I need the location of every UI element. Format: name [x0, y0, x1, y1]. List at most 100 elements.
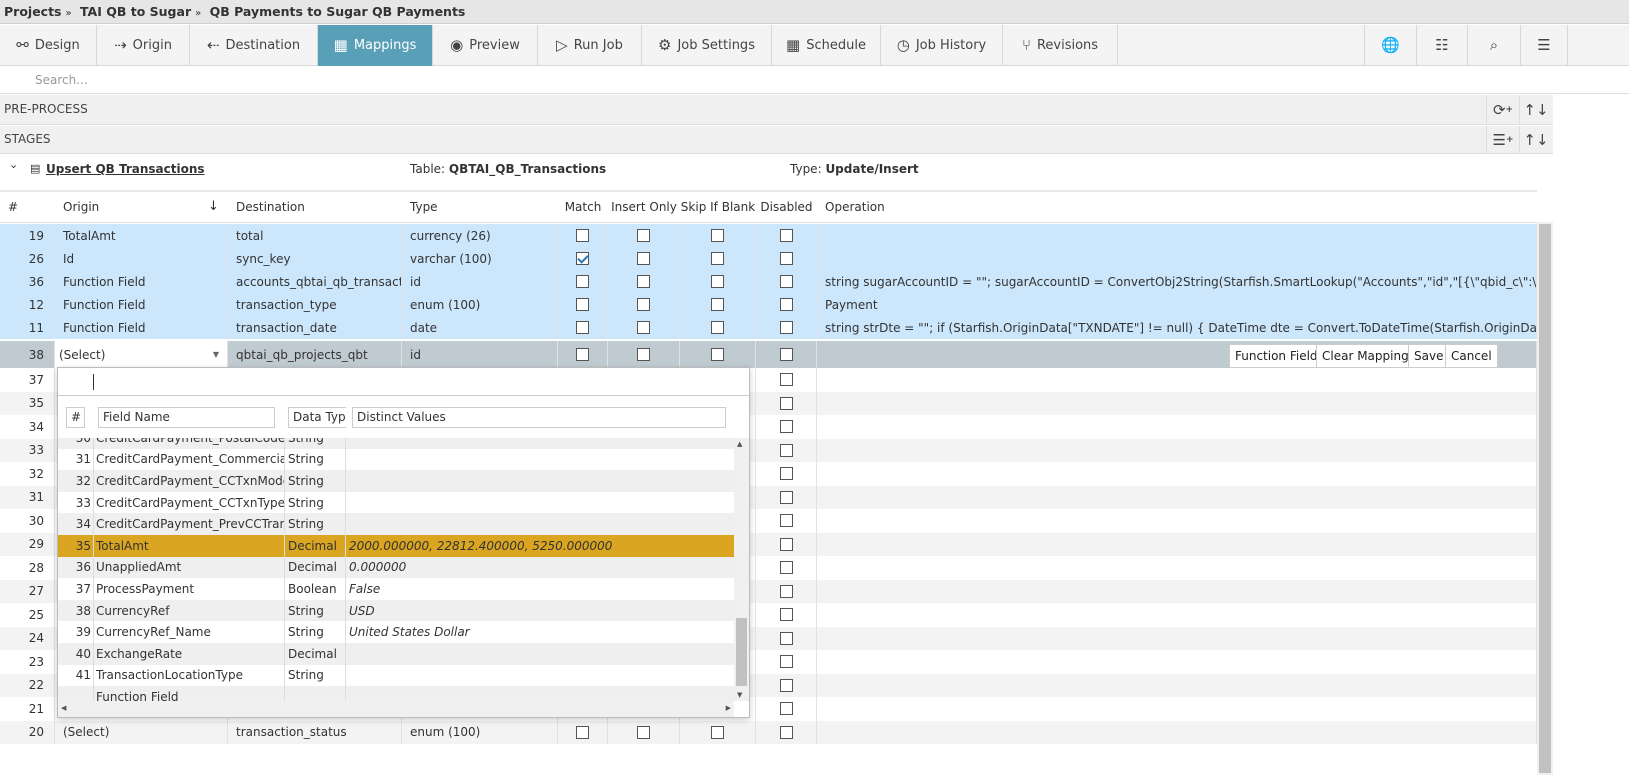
tab-revisions[interactable]: ⑂ Revisions: [1003, 25, 1118, 66]
header-field-name[interactable]: Field Name: [98, 407, 275, 428]
column-header-origin[interactable]: Origin: [55, 192, 228, 222]
insert-only-checkbox[interactable]: [637, 725, 650, 739]
globe-button[interactable]: 🌐: [1364, 25, 1417, 66]
field-option[interactable]: 30CreditCardPayment_PostalCodeString: [58, 438, 734, 449]
field-option[interactable]: 32 CreditCardPayment_CCTxnMode String: [58, 470, 734, 492]
match-checkbox[interactable]: [576, 321, 589, 334]
column-header-insert-only[interactable]: Insert Only: [608, 192, 680, 222]
reorder-icon[interactable]: ↑↓: [1519, 126, 1552, 153]
task-list-button[interactable]: ☰: [1521, 25, 1568, 66]
column-header-destination[interactable]: Destination: [228, 192, 402, 222]
operation-cell[interactable]: [817, 650, 1537, 674]
origin-select[interactable]: (Select) ▼: [55, 341, 228, 368]
log-search-button[interactable]: ⌕: [1468, 25, 1521, 66]
reorder-icon[interactable]: ↑↓: [1519, 95, 1552, 124]
disabled-checkbox[interactable]: [779, 298, 793, 311]
column-header-[interactable]: #: [0, 192, 55, 222]
disabled-checkbox[interactable]: [779, 373, 793, 387]
skip-if-blank-checkbox[interactable]: [711, 725, 724, 739]
dropdown-vertical-scrollbar[interactable]: ▲ ▼: [734, 438, 749, 701]
breadcrumb-projects[interactable]: Projects: [4, 4, 62, 19]
disabled-checkbox[interactable]: [779, 514, 793, 528]
operation-cell[interactable]: string strDte = ""; if (Starfish.OriginD…: [817, 316, 1537, 339]
field-option[interactable]: 31CreditCardPayment_CommercialCardCodeSt…: [58, 448, 734, 471]
match-checkbox[interactable]: [576, 229, 589, 242]
tab-origin[interactable]: ⇢ Origin: [97, 25, 190, 66]
match-checkbox[interactable]: [576, 348, 589, 361]
column-header-type[interactable]: Type: [402, 192, 558, 222]
field-option[interactable]: 33 CreditCardPayment_CCTxnType String: [58, 491, 734, 514]
header-distinct-values[interactable]: Distinct Values: [352, 407, 726, 428]
operation-cell[interactable]: [817, 673, 1537, 697]
operation-cell[interactable]: string sugarAccountID = ""; sugarAccount…: [817, 270, 1537, 293]
origin-cell[interactable]: TotalAmt: [55, 224, 228, 247]
field-option[interactable]: 37 ProcessPayment Boolean False: [58, 578, 734, 600]
tab-run-job[interactable]: ▷ Run Job: [538, 25, 642, 66]
insert-only-checkbox[interactable]: [637, 298, 650, 311]
disabled-checkbox[interactable]: [779, 655, 793, 669]
disabled-checkbox[interactable]: [779, 702, 793, 716]
field-option[interactable]: Function Field: [58, 686, 734, 701]
disabled-checkbox[interactable]: [779, 608, 793, 622]
checklist-button[interactable]: ☷: [1417, 25, 1468, 66]
operation-cell[interactable]: [817, 462, 1537, 486]
field-option[interactable]: 35 TotalAmt Decimal 2000.000000, 22812.4000…: [58, 535, 734, 557]
disabled-checkbox[interactable]: [779, 321, 793, 334]
disabled-checkbox[interactable]: [779, 725, 793, 739]
skip-if-blank-checkbox[interactable]: [711, 348, 724, 361]
operation-cell[interactable]: [817, 415, 1537, 439]
disabled-checkbox[interactable]: [779, 537, 793, 551]
field-option[interactable]: 40 ExchangeRate Decimal: [58, 643, 734, 665]
column-header-match[interactable]: Match: [558, 192, 608, 222]
column-header-operation[interactable]: Operation: [817, 192, 1537, 222]
insert-only-checkbox[interactable]: [637, 275, 650, 288]
clear-mapping-button[interactable]: Clear Mapping: [1316, 344, 1415, 368]
match-checkbox[interactable]: [576, 252, 589, 265]
vertical-scrollbar[interactable]: [1537, 222, 1553, 775]
operation-cell[interactable]: [817, 247, 1537, 270]
tab-mappings[interactable]: ▦ Mappings: [318, 25, 433, 66]
field-option[interactable]: 39 CurrencyRef_Name String United States Do…: [58, 621, 734, 643]
column-header-skip-if-blank[interactable]: Skip If Blank: [680, 192, 756, 222]
skip-if-blank-checkbox[interactable]: [711, 229, 724, 242]
disabled-checkbox[interactable]: [779, 443, 793, 457]
origin-cell[interactable]: Function Field: [55, 293, 228, 316]
function-field-button[interactable]: Function Field: [1229, 344, 1324, 368]
add-preprocess-icon[interactable]: ⟳ +: [1486, 95, 1519, 124]
operation-cell[interactable]: [817, 485, 1537, 509]
column-header-disabled[interactable]: Disabled: [756, 192, 817, 222]
skip-if-blank-checkbox[interactable]: [711, 321, 724, 334]
tab-job-history[interactable]: ◷ Job History: [881, 25, 1003, 66]
match-checkbox[interactable]: [576, 275, 589, 288]
save-button[interactable]: Save: [1408, 344, 1450, 368]
disabled-checkbox[interactable]: [779, 678, 793, 692]
cancel-button[interactable]: Cancel: [1445, 344, 1498, 368]
tab-schedule[interactable]: ▦ Schedule: [772, 25, 881, 66]
operation-cell[interactable]: [817, 720, 1537, 744]
origin-cell[interactable]: Id: [55, 247, 228, 270]
operation-cell[interactable]: [817, 556, 1537, 580]
skip-if-blank-checkbox[interactable]: [711, 252, 724, 265]
operation-cell[interactable]: [817, 391, 1537, 415]
operation-cell[interactable]: [817, 368, 1537, 392]
operation-cell[interactable]: [817, 224, 1537, 247]
tab-preview[interactable]: ◉ Preview: [433, 25, 538, 66]
insert-only-checkbox[interactable]: [637, 229, 650, 242]
tab-design[interactable]: ⚯ Design: [0, 25, 97, 66]
skip-if-blank-checkbox[interactable]: [711, 298, 724, 311]
disabled-checkbox[interactable]: [779, 420, 793, 434]
match-checkbox[interactable]: [576, 298, 589, 311]
skip-if-blank-checkbox[interactable]: [711, 275, 724, 288]
field-option[interactable]: 36 UnappliedAmt Decimal 0.000000: [58, 556, 734, 579]
disabled-checkbox[interactable]: [779, 348, 793, 361]
field-option[interactable]: 38 CurrencyRef String USD: [58, 599, 734, 622]
operation-cell[interactable]: [817, 532, 1537, 556]
tab-job-settings[interactable]: ⚙ Job Settings: [642, 25, 772, 66]
header-num[interactable]: #: [66, 407, 85, 428]
operation-cell[interactable]: [817, 579, 1537, 603]
header-data-type[interactable]: Data Type: [288, 407, 346, 428]
insert-only-checkbox[interactable]: [637, 348, 650, 361]
origin-cell[interactable]: (Select): [55, 720, 228, 744]
add-stage-icon[interactable]: ☰ +: [1486, 126, 1519, 153]
operation-cell[interactable]: [817, 509, 1537, 533]
